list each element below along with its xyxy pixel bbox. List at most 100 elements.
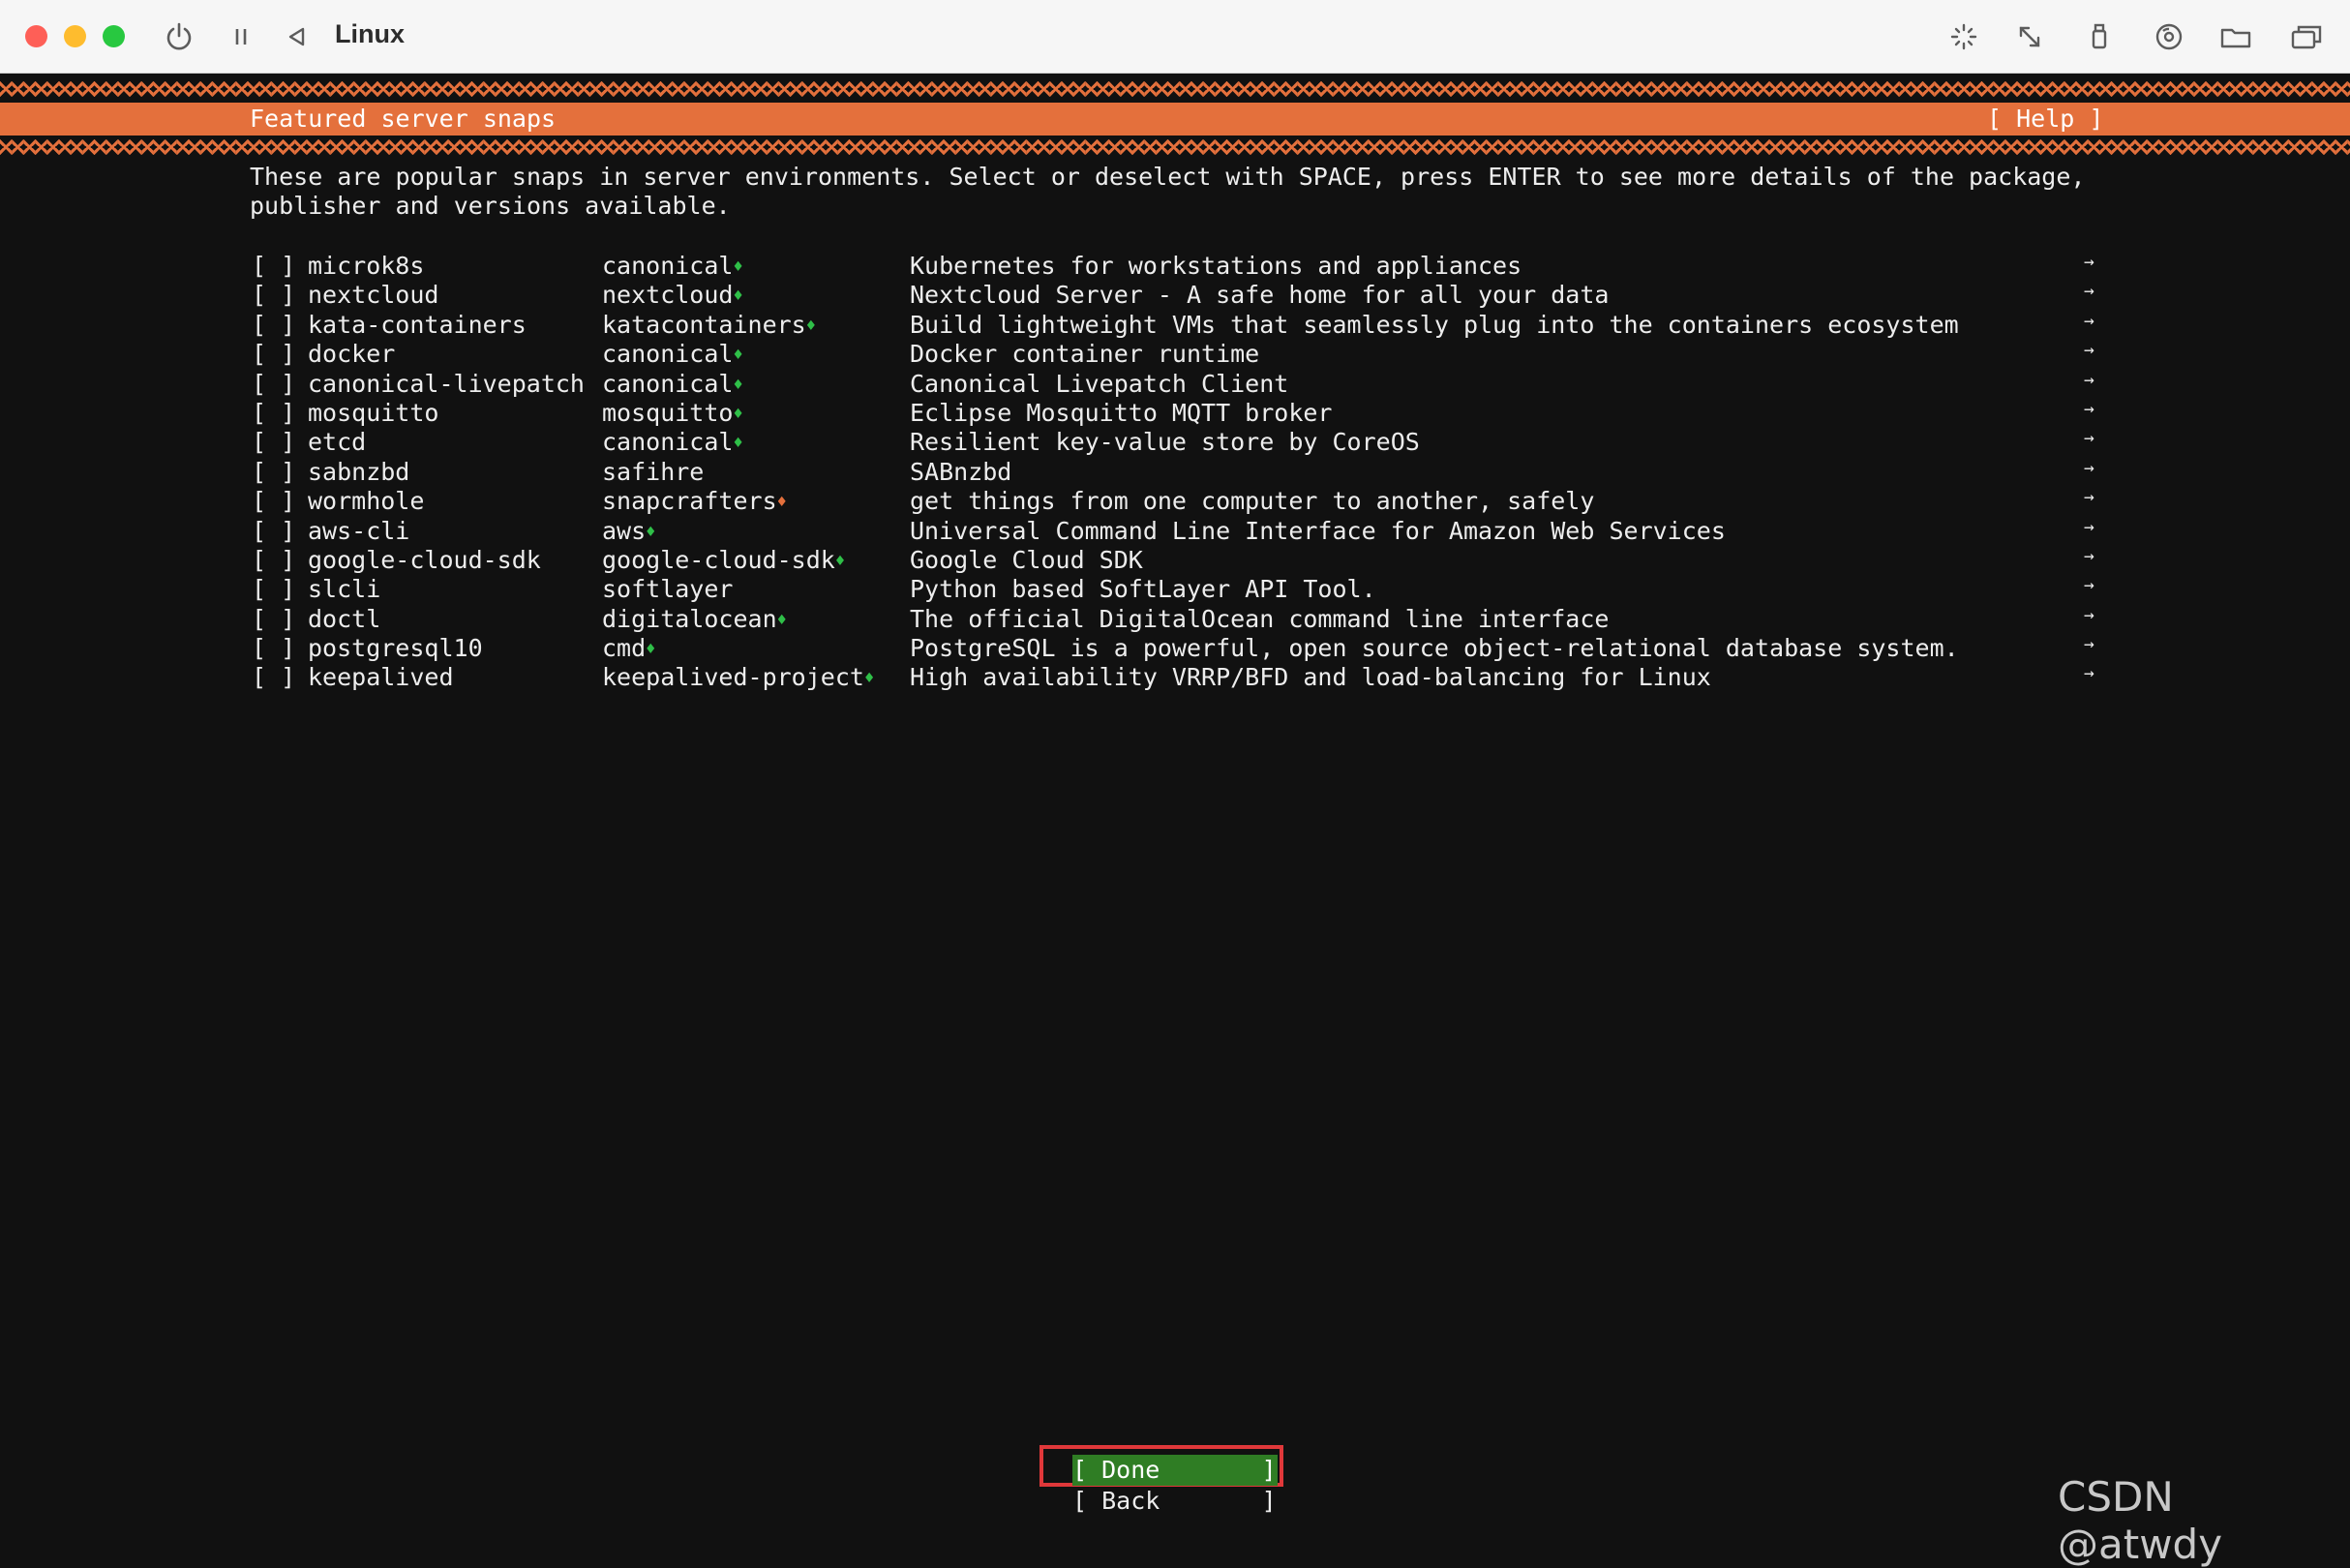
snap-publisher: nextcloud (602, 281, 734, 310)
snap-checkbox[interactable]: [ ] (252, 399, 295, 427)
snap-row[interactable]: [ ] sabnzbd safihre SABnzbd → (250, 458, 2108, 487)
verified-publisher-icon: ♦ (733, 286, 743, 307)
snap-publisher-cell: aws♦ (602, 517, 655, 545)
snap-description: Resilient key-value store by CoreOS (910, 428, 1420, 457)
snap-row[interactable]: [ ] keepalived keepalived-project♦ High ava… (250, 663, 2108, 692)
snap-name: etcd (308, 428, 367, 457)
row-arrow-icon[interactable]: → (2084, 458, 2094, 478)
snap-row[interactable]: [ ] doctl digitalocean♦ The official Digita… (250, 605, 2108, 634)
verified-publisher-icon: ♦ (834, 551, 846, 571)
row-arrow-icon[interactable]: → (2084, 546, 2094, 566)
snap-row[interactable]: [ ] docker canonical♦ Docker container runt… (250, 340, 2108, 369)
verified-publisher-icon: ♦ (863, 669, 875, 689)
snap-row[interactable]: [ ] etcd canonical♦ Resilient key-value sto… (250, 428, 2108, 457)
resize-icon[interactable] (2013, 20, 2046, 53)
snap-checkbox[interactable]: [ ] (252, 428, 295, 456)
row-arrow-icon[interactable]: → (2084, 575, 2094, 595)
header-border-top (0, 77, 2350, 103)
done-button[interactable]: [ Done ] (1072, 1455, 1278, 1486)
row-arrow-icon[interactable]: → (2084, 428, 2094, 448)
back-triangle-icon[interactable] (281, 20, 314, 53)
snap-name: doctl (308, 604, 381, 633)
snap-row[interactable]: [ ] nextcloud nextcloud♦ Nextcloud Server -… (250, 281, 2108, 310)
snap-description: Google Cloud SDK (910, 545, 1143, 574)
row-arrow-icon[interactable]: → (2084, 370, 2094, 390)
snap-description: Nextcloud Server - A safe home for all y… (910, 281, 1610, 310)
snap-name: postgresql10 (308, 634, 483, 663)
snap-name: slcli (308, 575, 381, 604)
instructions-line-2: publisher and versions available. (250, 192, 731, 221)
row-arrow-icon[interactable]: → (2084, 487, 2094, 507)
header-border-bottom (0, 136, 2350, 161)
window-titlebar: Linux (0, 0, 2350, 74)
snap-checkbox[interactable]: [ ] (252, 370, 295, 398)
snap-checkbox[interactable]: [ ] (252, 634, 295, 662)
snap-publisher: softlayer (602, 575, 734, 604)
snap-checkbox[interactable]: [ ] (252, 458, 295, 486)
snap-row[interactable]: [ ] google-cloud-sdk google-cloud-sdk♦ Goog… (250, 546, 2108, 575)
snap-publisher: canonical (602, 252, 734, 280)
row-arrow-icon[interactable]: → (2084, 605, 2094, 625)
windows-icon[interactable] (2289, 20, 2322, 53)
power-icon[interactable] (163, 20, 196, 53)
snap-checkbox[interactable]: [ ] (252, 575, 295, 603)
snap-description: SABnzbd (910, 457, 1012, 486)
row-arrow-icon[interactable]: → (2084, 311, 2094, 331)
instructions-text: These are popular snaps in server enviro… (250, 163, 2127, 222)
snap-description: Python based SoftLayer API Tool. (910, 575, 1376, 604)
disc-icon[interactable] (2153, 20, 2185, 53)
snap-publisher-cell: mosquitto♦ (602, 399, 743, 427)
snap-list: [ ] microk8s canonical♦ Kubernetes for work… (250, 252, 2108, 693)
usb-icon[interactable] (2083, 20, 2116, 53)
snap-row[interactable]: [ ] aws-cli aws♦ Universal Command Line Int… (250, 517, 2108, 546)
help-button[interactable]: [ Help ] (1987, 105, 2103, 133)
row-arrow-icon[interactable]: → (2084, 340, 2094, 360)
brightness-icon[interactable] (1947, 20, 1980, 53)
snap-publisher-cell: katacontainers♦ (602, 311, 816, 339)
snap-checkbox[interactable]: [ ] (252, 663, 295, 691)
snap-row[interactable]: [ ] microk8s canonical♦ Kubernetes for work… (250, 252, 2108, 281)
snap-row[interactable]: [ ] slcli softlayer Python based SoftLayer … (250, 575, 2108, 604)
snap-checkbox[interactable]: [ ] (252, 252, 295, 280)
row-arrow-icon[interactable]: → (2084, 399, 2094, 419)
snap-name: wormhole (308, 487, 425, 516)
snap-row[interactable]: [ ] postgresql10 cmd♦ PostgreSQL is a power… (250, 634, 2108, 663)
snap-name: mosquitto (308, 398, 439, 427)
snap-row[interactable]: [ ] kata-containers katacontainers♦ Build l… (250, 311, 2108, 340)
snap-checkbox[interactable]: [ ] (252, 311, 295, 339)
row-arrow-icon[interactable]: → (2084, 663, 2094, 683)
row-arrow-icon[interactable]: → (2084, 517, 2094, 537)
snap-checkbox[interactable]: [ ] (252, 546, 295, 574)
zoom-window-button[interactable] (103, 25, 125, 47)
pause-icon[interactable] (225, 20, 257, 53)
window-title: Linux (335, 19, 405, 48)
snap-checkbox[interactable]: [ ] (252, 487, 295, 515)
header-bar: Featured server snaps [ Help ] (0, 103, 2350, 136)
installer-screen: Featured server snaps [ Help ] These are… (0, 74, 2350, 1568)
snap-checkbox[interactable]: [ ] (252, 517, 295, 545)
verified-publisher-icon: ♦ (733, 257, 743, 277)
snap-row[interactable]: [ ] canonical-livepatch canonical♦ Canonica… (250, 370, 2108, 399)
row-arrow-icon[interactable]: → (2084, 281, 2094, 301)
snap-publisher-cell: canonical♦ (602, 428, 743, 456)
snap-row[interactable]: [ ] wormhole snapcrafters♦ get things from … (250, 487, 2108, 516)
back-button[interactable]: [ Back ] (1072, 1486, 1278, 1517)
snap-name: docker (308, 340, 396, 369)
snap-checkbox[interactable]: [ ] (252, 605, 295, 633)
snap-checkbox[interactable]: [ ] (252, 281, 295, 309)
snap-publisher-cell: canonical♦ (602, 252, 743, 280)
minimize-window-button[interactable] (64, 25, 86, 47)
snap-publisher-cell: snapcrafters♦ (602, 487, 787, 515)
snap-description: Docker container runtime (910, 340, 1260, 369)
snap-publisher: canonical (602, 340, 734, 369)
snap-publisher: canonical (602, 369, 734, 398)
shared-folder-icon[interactable] (2218, 20, 2251, 53)
row-arrow-icon[interactable]: → (2084, 634, 2094, 654)
snap-checkbox[interactable]: [ ] (252, 340, 295, 368)
snap-publisher-cell: safihre (602, 458, 704, 486)
close-window-button[interactable] (25, 25, 47, 47)
snap-name: kata-containers (308, 310, 527, 339)
snap-description: High availability VRRP/BFD and load-bala… (910, 663, 1711, 692)
snap-row[interactable]: [ ] mosquitto mosquitto♦ Eclipse Mosquitto … (250, 399, 2108, 428)
row-arrow-icon[interactable]: → (2084, 252, 2094, 272)
